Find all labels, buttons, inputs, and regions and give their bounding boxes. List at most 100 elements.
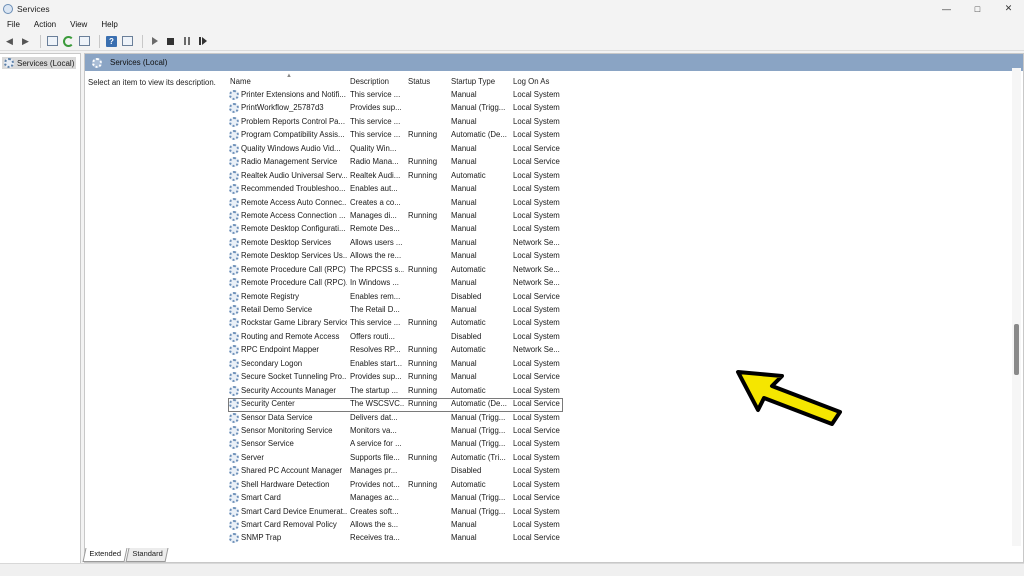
tab-extended[interactable]: Extended [82, 548, 128, 562]
service-description: The startup ... [350, 385, 399, 395]
table-row[interactable]: Retail Demo Service The Retail D... Manual… [228, 304, 1018, 317]
table-row[interactable]: Remote Access Auto Connec... Creates a co… [228, 197, 1018, 210]
service-status: Running [408, 210, 438, 220]
table-row[interactable]: Problem Reports Control Pa... This servic… [228, 116, 1018, 129]
table-row[interactable]: Remote Desktop Configurati... Remote Des.… [228, 223, 1018, 236]
minimize-button[interactable]: — [931, 0, 962, 17]
menu-help[interactable]: Help [94, 20, 124, 29]
table-row[interactable]: Smart Card Manages ac... Manual (Trigg... L… [228, 492, 1018, 505]
service-startup-type: Manual (Trigg... [451, 425, 506, 435]
service-log-on-as: Local System [513, 331, 560, 341]
table-row[interactable]: Remote Desktop Services Allows users ... M… [228, 237, 1018, 250]
table-row[interactable]: Security Center The WSCSVC... Running Autom… [228, 398, 563, 412]
service-name: RPC Endpoint Mapper [241, 345, 320, 355]
service-gear-icon [229, 439, 239, 450]
restart-icon[interactable] [196, 35, 209, 48]
start-icon[interactable] [148, 35, 161, 48]
service-startup-type: Manual (Trigg... [451, 412, 506, 422]
service-log-on-as: Local Service [513, 399, 560, 409]
table-row[interactable]: Remote Procedure Call (RPC) The RPCSS s..… [228, 264, 1018, 277]
table-row[interactable]: Sensor Monitoring Service Monitors va... M… [228, 425, 1018, 438]
service-name: Sensor Service [241, 439, 294, 449]
scrollbar-thumb[interactable] [1014, 324, 1019, 375]
service-description: Offers routi... [350, 331, 395, 341]
table-row[interactable]: Remote Desktop Services Us... Allows the … [228, 250, 1018, 263]
table-row[interactable]: Smart Card Device Enumerat... Creates sof… [228, 506, 1018, 519]
service-gear-icon [229, 425, 239, 436]
export-icon[interactable] [78, 35, 91, 48]
service-gear-icon [229, 452, 239, 463]
table-row[interactable]: Secure Socket Tunneling Pro... Provides s… [228, 371, 1018, 384]
table-row[interactable]: Secondary Logon Enables start... Running Ma… [228, 358, 1018, 371]
tab-label: Extended [89, 549, 122, 558]
table-row[interactable]: Printer Extensions and Notifi... This ser… [228, 89, 1018, 102]
pause-icon[interactable] [180, 35, 193, 48]
table-row[interactable]: Radio Management Service Radio Mana... Run… [228, 156, 1018, 169]
column-header-log-on-as[interactable]: Log On As [513, 77, 549, 86]
menu-view[interactable]: View [63, 20, 94, 29]
tree-item-label: Services (Local) [17, 58, 75, 68]
service-gear-icon [229, 237, 239, 248]
table-row[interactable]: Recommended Troubleshoo... Enables aut...… [228, 183, 1018, 196]
table-row[interactable]: Sensor Data Service Delivers dat... Manual… [228, 412, 1018, 425]
service-startup-type: Automatic (Tri... [451, 452, 506, 462]
toolbar-separator [99, 34, 100, 48]
table-row[interactable]: Security Accounts Manager The startup ...… [228, 385, 1018, 398]
service-startup-type: Automatic [451, 345, 486, 355]
column-header-status[interactable]: Status [408, 77, 430, 86]
table-row[interactable]: Shell Hardware Detection Provides not... R… [228, 479, 1018, 492]
service-name: Shared PC Account Manager [241, 466, 342, 476]
services-pane: Services (Local) Select an item to view … [84, 53, 1024, 563]
table-row[interactable]: SNMP Trap Receives tra... Manual Local Serv… [228, 532, 1018, 545]
gear-icon [4, 58, 14, 68]
table-row[interactable]: Server Supports file... Running Automatic (… [228, 452, 1018, 465]
table-row[interactable]: Routing and Remote Access Offers routi...… [228, 331, 1018, 344]
vertical-scrollbar[interactable] [1012, 68, 1021, 546]
forward-icon[interactable]: ▶ [19, 35, 32, 48]
tree-item-services-local[interactable]: Services (Local) [2, 57, 76, 69]
table-row[interactable]: Sensor Service A service for ... Manual (T… [228, 438, 1018, 451]
services-table: Name ▲ Description Status Startup Type L… [228, 73, 1018, 546]
table-row[interactable]: PrintWorkflow_25787d3 Provides sup... Manu… [228, 102, 1018, 115]
stop-icon[interactable] [164, 35, 177, 48]
service-status: Running [408, 372, 438, 382]
tab-label: Standard [132, 549, 163, 558]
service-description: Receives tra... [350, 533, 400, 543]
table-row[interactable]: Quality Windows Audio Vid... Quality Win.… [228, 143, 1018, 156]
table-row[interactable]: Program Compatibility Assis... This servi… [228, 129, 1018, 142]
service-startup-type: Manual [451, 90, 477, 99]
service-name: Sensor Monitoring Service [241, 425, 333, 435]
service-description: Monitors va... [350, 425, 397, 435]
close-button[interactable]: ✕ [993, 0, 1024, 17]
table-row[interactable]: Rockstar Game Library Service This servic… [228, 317, 1018, 330]
table-row[interactable]: Shared PC Account Manager Manages pr... Di… [228, 465, 1018, 478]
service-status: Running [408, 399, 438, 409]
table-row[interactable]: Smart Card Removal Policy Allows the s...… [228, 519, 1018, 532]
service-name: Problem Reports Control Pa... [241, 116, 346, 126]
table-row[interactable]: Remote Access Connection ... Manages di..… [228, 210, 1018, 223]
service-startup-type: Manual [451, 184, 477, 194]
service-startup-type: Manual (Trigg... [451, 103, 506, 113]
menu-bar: File Action View Help [0, 17, 1024, 32]
menu-action[interactable]: Action [27, 20, 63, 29]
help-icon[interactable]: ? [105, 35, 118, 48]
toolbar: ◀ ▶ ? [0, 32, 1024, 51]
service-status: Running [408, 264, 438, 274]
column-header-description[interactable]: Description [350, 77, 389, 86]
table-row[interactable]: RPC Endpoint Mapper Resolves RP... Running… [228, 344, 1018, 357]
maximize-button[interactable]: □ [962, 0, 993, 17]
service-gear-icon [229, 157, 239, 168]
service-log-on-as: Local System [513, 305, 560, 314]
column-header-name[interactable]: Name [230, 77, 251, 86]
properties-icon[interactable] [121, 35, 134, 48]
column-header-startup-type[interactable]: Startup Type [451, 77, 495, 86]
table-row[interactable]: Realtek Audio Universal Serv... Realtek A… [228, 170, 1018, 183]
service-startup-type: Manual [451, 533, 477, 543]
back-icon[interactable]: ◀ [3, 35, 16, 48]
show-hide-tree-icon[interactable] [46, 35, 59, 48]
refresh-icon[interactable] [62, 35, 75, 48]
table-row[interactable]: Remote Procedure Call (RPC)... In Windows… [228, 277, 1018, 290]
menu-file[interactable]: File [0, 20, 27, 29]
table-row[interactable]: Remote Registry Enables rem... Disabled Loc… [228, 291, 1018, 304]
tab-standard[interactable]: Standard [125, 548, 169, 562]
